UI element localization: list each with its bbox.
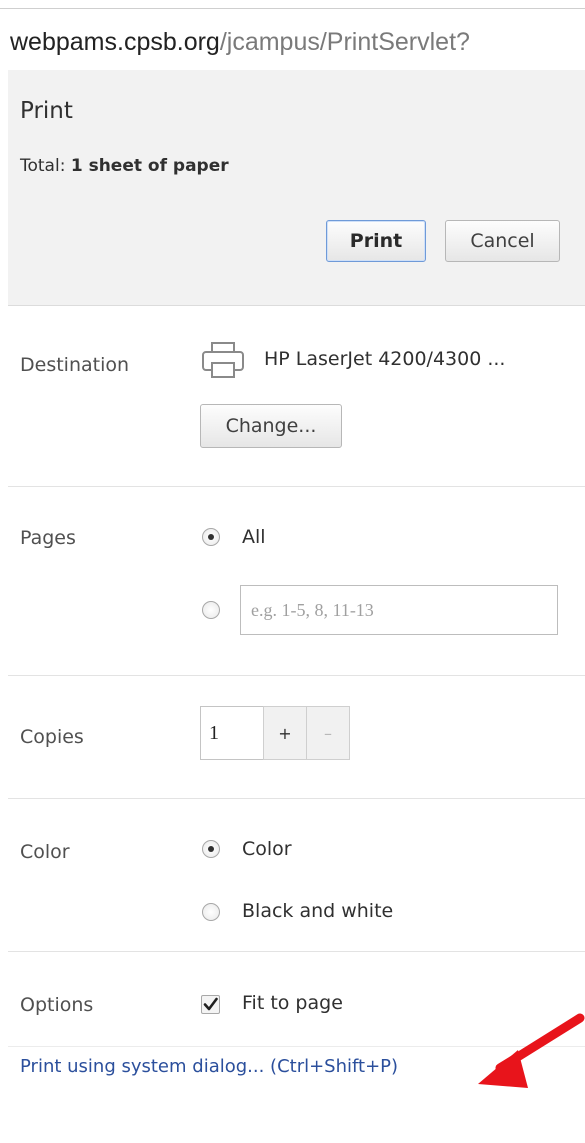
printer-icon: [202, 342, 244, 378]
page-title: Print: [20, 98, 73, 124]
color-bw-radio[interactable]: [202, 903, 220, 921]
system-dialog-link[interactable]: Print using system dialog... (Ctrl+Shift…: [20, 1056, 398, 1077]
color-section: Color Color Black and white: [8, 799, 585, 952]
destination-label: Destination: [20, 354, 130, 376]
pages-section: Pages All: [8, 487, 585, 676]
page-range-input[interactable]: [240, 585, 558, 635]
print-button[interactable]: Print: [326, 220, 426, 262]
destination-section: Destination HP LaserJet 4200/4300 ... Ch…: [8, 306, 585, 487]
url-host: webpams.cpsb.org: [10, 28, 220, 56]
color-color-label: Color: [242, 838, 292, 860]
options-label: Options: [20, 994, 94, 1016]
copies-section: Copies + –: [8, 676, 585, 799]
color-color-radio[interactable]: [202, 840, 220, 858]
print-header: Print Total: 1 sheet of paper Print Canc…: [8, 70, 585, 306]
address-bar[interactable]: webpams.cpsb.org/jcampus/PrintServlet?: [0, 8, 585, 69]
fit-to-page-label: Fit to page: [242, 992, 343, 1014]
sheet-total: Total: 1 sheet of paper: [20, 156, 229, 176]
color-bw-label: Black and white: [242, 900, 394, 922]
red-arrow-icon: [478, 1013, 585, 1088]
change-destination-button[interactable]: Change...: [200, 404, 342, 448]
pages-all-radio[interactable]: [202, 528, 220, 546]
pages-custom-radio[interactable]: [202, 601, 220, 619]
checkmark-icon: [203, 997, 218, 1011]
fit-to-page-checkbox[interactable]: [201, 995, 220, 1014]
copies-input[interactable]: [200, 706, 264, 760]
copies-decrement-button[interactable]: –: [306, 706, 350, 760]
pages-all-label: All: [242, 526, 266, 548]
copies-label: Copies: [20, 726, 84, 748]
color-label: Color: [20, 841, 70, 863]
total-value: 1 sheet of paper: [70, 156, 229, 176]
copies-increment-button[interactable]: +: [263, 706, 307, 760]
pages-label: Pages: [20, 527, 76, 549]
printer-name: HP LaserJet 4200/4300 ...: [264, 348, 506, 370]
url-text: webpams.cpsb.org/jcampus/PrintServlet?: [10, 27, 470, 57]
url-path: /jcampus/PrintServlet?: [219, 28, 470, 56]
total-label: Total:: [20, 156, 66, 176]
cancel-button[interactable]: Cancel: [445, 220, 560, 262]
